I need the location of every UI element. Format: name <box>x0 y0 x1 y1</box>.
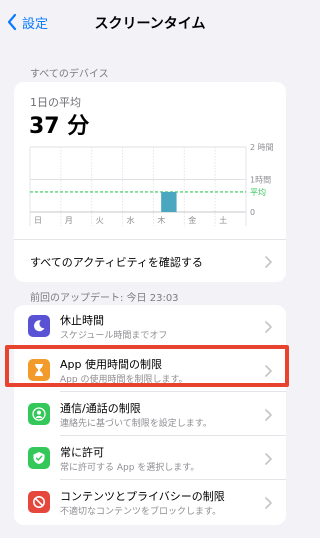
hourglass-icon <box>28 359 50 381</box>
divider <box>60 479 286 480</box>
chart-bar <box>161 191 177 212</box>
see-all-activity-label: すべてのアクティビティを確認する <box>30 256 203 269</box>
chart-x-tick-label: 木 <box>157 215 165 225</box>
menu-item-title: 通信/通話の制限 <box>60 402 141 415</box>
menu-item-app-limits[interactable]: App 使用時間の制限 App の使用時間を制限します。 <box>14 349 286 392</box>
menu-item-title: 休止時間 <box>60 314 104 327</box>
usage-summary-card: 1日の平均 37 分 2 時間 1時間 0 平均日月火水木金土 すべてのアクティビティ… <box>14 82 286 282</box>
menu-item-title: App 使用時間の制限 <box>60 358 162 371</box>
chart-x-tick-label: 火 <box>96 216 104 225</box>
menu-item-title: コンテンツとプライバシーの制限 <box>60 490 225 503</box>
menu-item-subtitle: 常に許可する App を選択します。 <box>60 463 200 473</box>
chevron-right-icon <box>265 452 272 465</box>
chart-average-label: 平均 <box>250 187 266 197</box>
menu-item-subtitle: スケジュール時間までオフ <box>60 331 168 341</box>
chart-x-tick-label: 金 <box>188 215 196 225</box>
menu-item-always-allowed[interactable]: 常に許可 常に許可する App を選択します。 <box>14 437 286 480</box>
nav-bar: 設定 スクリーンタイム <box>0 0 300 44</box>
chart-y-tick-label: 0 <box>250 208 255 217</box>
menu-item-subtitle: App の使用時間を制限します。 <box>60 375 188 385</box>
menu-item-downtime[interactable]: 休止時間 スケジュール時間までオフ <box>14 305 286 348</box>
checkmark-icon <box>28 447 50 469</box>
menu-item-content-privacy[interactable]: コンテンツとプライバシーの制限 不適切なコンテンツをブロックします。 <box>14 481 286 524</box>
chevron-right-icon <box>265 496 272 509</box>
menu-item-title: 常に許可 <box>60 446 104 459</box>
divider <box>60 347 286 348</box>
see-all-activity-button[interactable]: すべてのアクティビティを確認する <box>14 239 286 282</box>
chart-x-tick-label: 土 <box>219 215 227 225</box>
section-label-devices: すべてのデバイス <box>30 69 109 80</box>
menu-item-subtitle: 連絡先に基づいて制限を設定します。 <box>60 419 212 429</box>
moon-icon <box>28 315 50 337</box>
restrict-icon <box>28 491 50 513</box>
chart-x-tick-label: 日 <box>34 216 42 225</box>
menu-item-subtitle: 不適切なコンテンツをブロックします。 <box>60 507 222 517</box>
settings-menu-card: 休止時間 スケジュール時間までオフ App 使用時間の制限 App の使用時間を… <box>14 305 286 525</box>
chevron-right-icon <box>265 408 272 421</box>
chart-x-tick-label: 月 <box>65 216 73 225</box>
page-title: スクリーンタイム <box>94 16 206 32</box>
chart-y-tick-label: 1時間 <box>250 176 271 185</box>
menu-item-communication-limits[interactable]: 通信/通話の制限 連絡先に基づいて制限を設定します。 <box>14 393 286 436</box>
chevron-right-icon <box>265 320 272 333</box>
divider <box>60 435 286 436</box>
chart-x-tick-label: 水 <box>127 215 135 225</box>
chevron-right-icon <box>265 364 272 377</box>
last-updated-text: 前回のアップデート: 今日 23:03 <box>30 293 179 304</box>
contact-icon <box>28 403 50 425</box>
divider <box>60 391 286 392</box>
usage-bar-chart: 2 時間 1時間 0 平均日 月 火 水 木 金 土 <box>29 143 274 226</box>
chart-y-tick-label: 2 時間 <box>250 143 274 152</box>
chevron-right-icon <box>265 255 272 268</box>
